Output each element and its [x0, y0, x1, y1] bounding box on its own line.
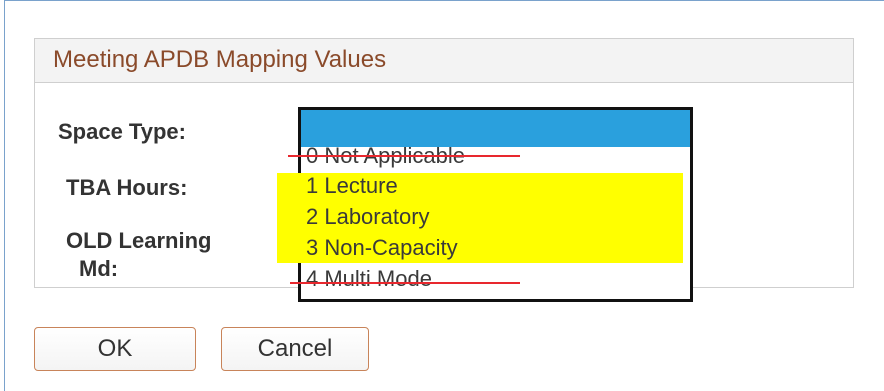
highlight-annotation: [277, 173, 683, 263]
strikethrough-not-applicable: [288, 155, 520, 157]
strikethrough-multi-mode: [290, 282, 520, 284]
space-type-label: Space Type:: [58, 119, 186, 144]
dropdown-selected-option[interactable]: [301, 110, 690, 147]
tba-hours-label: TBA Hours:: [66, 175, 188, 200]
old-learning-label-line1: OLD Learning: [66, 228, 212, 253]
ok-button[interactable]: OK: [34, 327, 196, 371]
old-learning-label-line2: Md:: [79, 256, 119, 281]
cancel-button[interactable]: Cancel: [221, 327, 369, 371]
panel-title: Meeting APDB Mapping Values: [53, 46, 387, 73]
panel-header: Meeting APDB Mapping Values: [35, 39, 853, 83]
